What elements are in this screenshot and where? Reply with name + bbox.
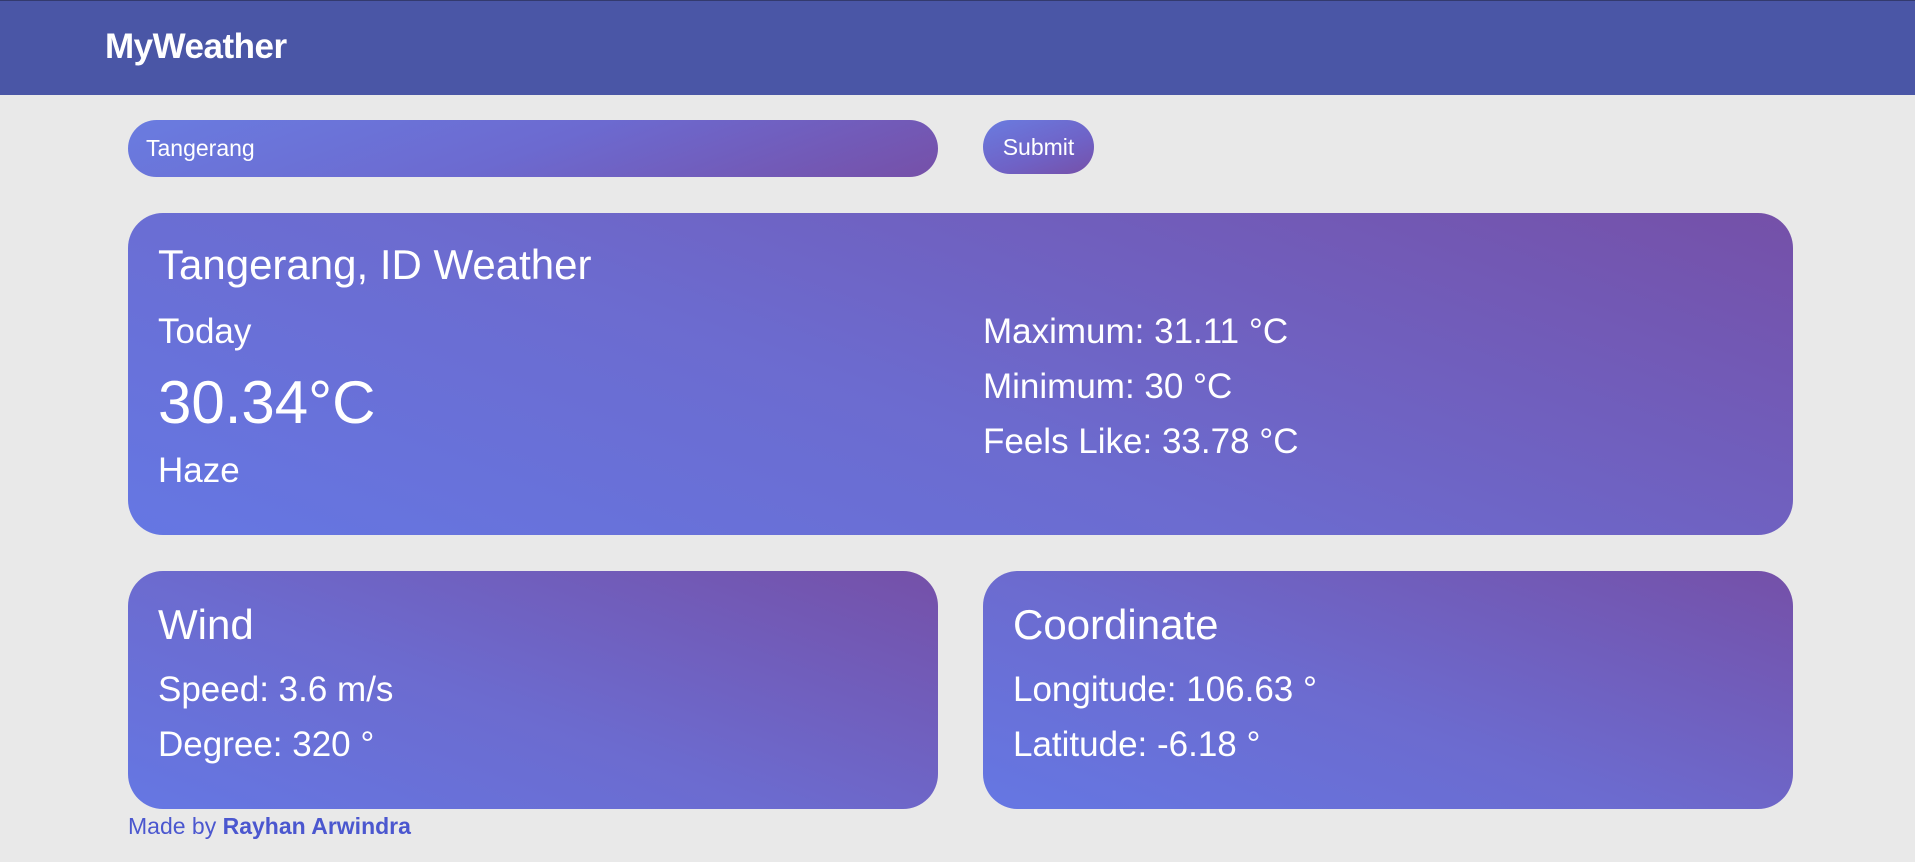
wind-card: Wind Speed: 3.6 m/s Degree: 320 ° xyxy=(128,571,938,809)
brand-logo[interactable]: MyWeather xyxy=(105,27,287,67)
min-temperature: Minimum: 30 °C xyxy=(983,367,1233,406)
author-link[interactable]: Rayhan Arwindra xyxy=(223,813,411,839)
current-weather-card: Tangerang, ID Weather Today 30.34°C Haze… xyxy=(128,213,1793,535)
weather-condition: Haze xyxy=(158,451,240,490)
navbar: MyWeather xyxy=(0,0,1915,95)
wind-title: Wind xyxy=(158,601,254,648)
weather-location-title: Tangerang, ID Weather xyxy=(158,241,592,288)
max-temperature: Maximum: 31.11 °C xyxy=(983,312,1289,351)
coordinate-title: Coordinate xyxy=(1013,601,1219,648)
latitude: Latitude: -6.18 ° xyxy=(1013,725,1261,764)
footer-prefix: Made by xyxy=(128,813,223,839)
today-label: Today xyxy=(158,312,252,351)
longitude: Longitude: 106.63 ° xyxy=(1013,670,1317,709)
coordinate-card: Coordinate Longitude: 106.63 ° Latitude:… xyxy=(983,571,1793,809)
wind-degree: Degree: 320 ° xyxy=(158,725,375,764)
submit-button[interactable]: Submit xyxy=(983,120,1094,174)
city-search-input[interactable] xyxy=(128,120,938,177)
current-temperature: 30.34°C xyxy=(158,369,376,436)
footer: Made by Rayhan Arwindra xyxy=(128,813,411,840)
feels-like-temperature: Feels Like: 33.78 °C xyxy=(983,422,1299,461)
wind-speed: Speed: 3.6 m/s xyxy=(158,670,394,709)
